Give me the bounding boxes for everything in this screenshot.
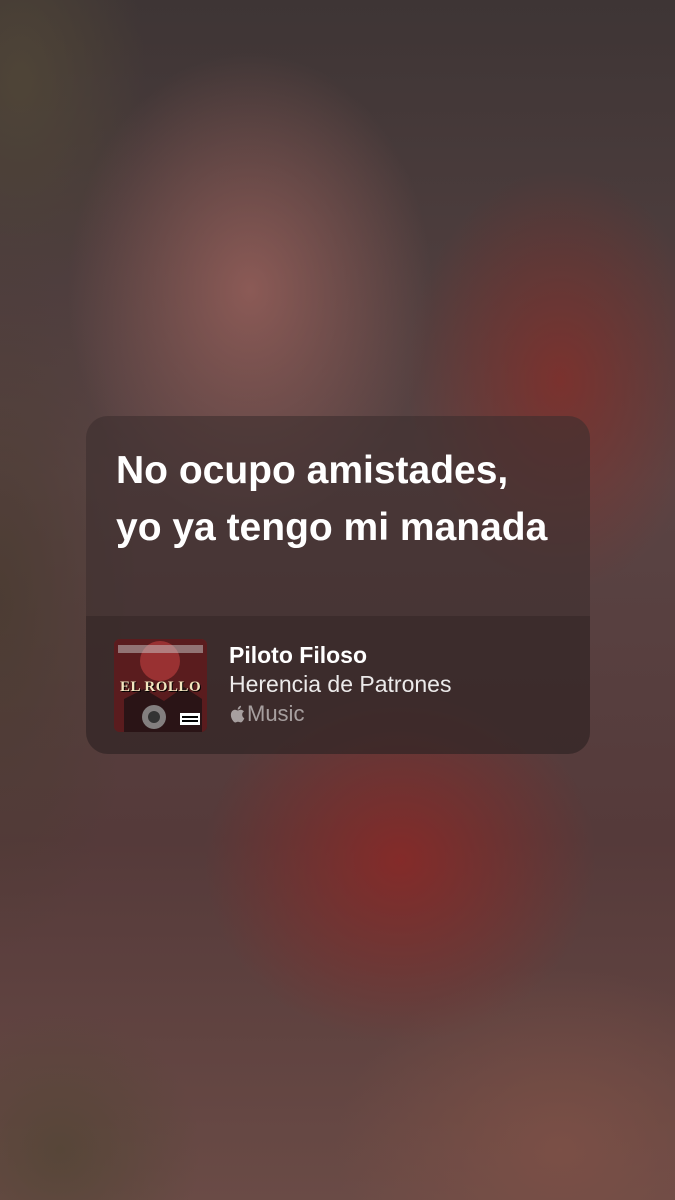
- source-label: Music: [247, 701, 305, 726]
- song-title: Piloto Filoso: [229, 642, 367, 668]
- lyrics-share-card[interactable]: No ocupo amistades, yo ya tengo mi manad…: [86, 416, 590, 754]
- song-info-row[interactable]: EL ROLLO Piloto Filoso Herencia de Patro…: [86, 616, 590, 754]
- lyrics-text: No ocupo amistades, yo ya tengo mi manad…: [116, 449, 548, 549]
- apple-music-label: Music: [229, 699, 451, 729]
- album-art-title: EL ROLLO: [120, 678, 202, 695]
- apple-logo-icon: [230, 705, 245, 723]
- song-meta: Piloto Filoso Herencia de Patrones Music: [229, 641, 451, 729]
- artist-name: Herencia de Patrones: [229, 671, 452, 697]
- album-cover-image[interactable]: EL ROLLO: [114, 638, 207, 732]
